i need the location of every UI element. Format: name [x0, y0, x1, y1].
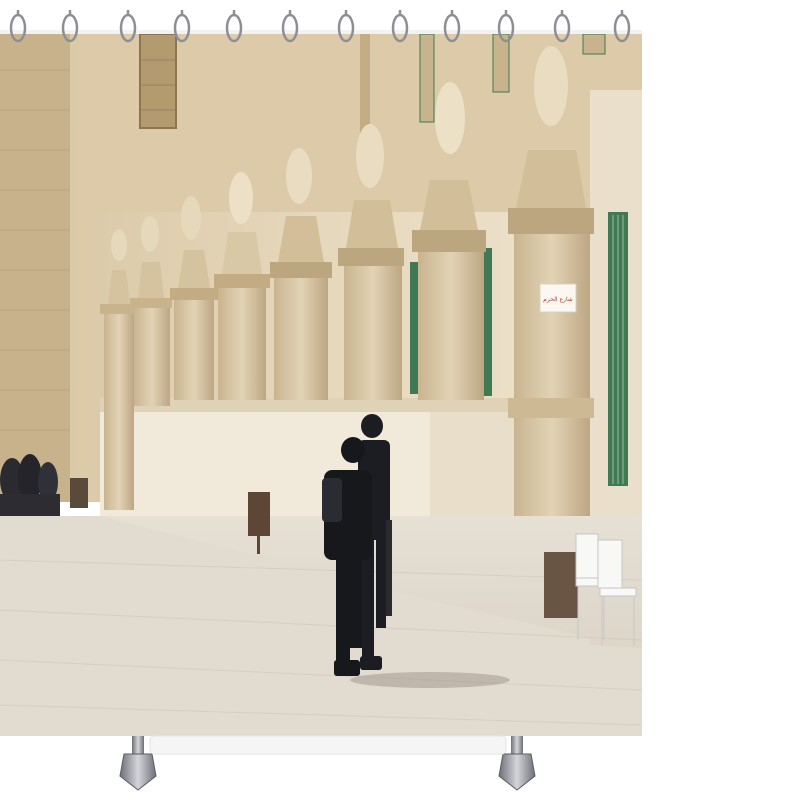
curtain-bottom-hem	[149, 735, 507, 755]
trash-bin-middle	[248, 492, 270, 536]
left-masonry	[0, 32, 70, 502]
trash-bin-left	[70, 478, 88, 508]
pillar-sign: شارع الحرم	[539, 283, 577, 313]
pillar-sign-text: شارع الحرم	[543, 296, 573, 303]
shower-curtain-product: شارع الحرم	[0, 10, 643, 791]
arched-window	[139, 33, 177, 129]
seated-people	[0, 454, 60, 516]
curtain-top-hem	[0, 30, 642, 34]
trash-bin-right	[544, 552, 578, 618]
soldiers-shadow	[350, 672, 510, 688]
curtain-photo: شارع الحرم	[0, 32, 643, 736]
